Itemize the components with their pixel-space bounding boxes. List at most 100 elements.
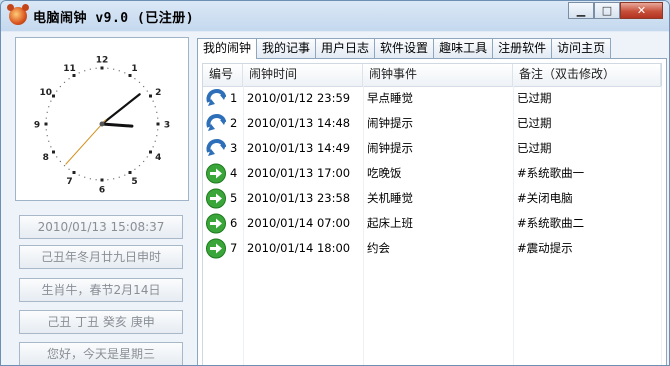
minute-tick (143, 160, 145, 163)
row-number: 3 (230, 141, 238, 155)
tab-bar: 我的闹钟 我的记事 用户日志 软件设置 趣味工具 注册软件 访问主页 (197, 38, 612, 59)
alarm-time: 2010/01/13 23:58 (247, 191, 351, 205)
hour-tick (148, 94, 152, 98)
ganzhi-display[interactable]: 己丑 丁丑 癸亥 庚申 (19, 310, 183, 334)
minute-tick (95, 67, 97, 69)
minute-tick (107, 179, 109, 181)
repeat-arrow-icon (205, 88, 227, 109)
minute-tick (63, 81, 66, 83)
alarm-note[interactable]: #系统歌曲二 (513, 211, 661, 236)
alarm-note[interactable]: #关闭电脑 (513, 186, 661, 211)
table-row[interactable]: 2 2010/01/13 14:48 闹钟提示 已过期 (203, 111, 661, 136)
tab-homepage[interactable]: 访问主页 (551, 38, 612, 58)
repeat-arrow-icon (205, 138, 227, 159)
minute-tick (45, 117, 47, 119)
table-header: 编号 闹钟时间 闹钟事件 备注（双击修改） (203, 64, 661, 87)
minute-tick (146, 90, 148, 92)
table-row[interactable]: 5 2010/01/13 23:58 关机睡觉 #关闭电脑 (203, 186, 661, 211)
alarm-note[interactable]: #系统歌曲一 (513, 161, 661, 186)
alarm-event: 关机睡觉 (367, 191, 413, 205)
minute-tick (118, 176, 120, 178)
clock-center (99, 121, 105, 127)
second-hand (65, 119, 107, 165)
minute-tick (107, 67, 109, 69)
minute-tick (78, 174, 80, 176)
hour-tick (44, 122, 48, 126)
hour-tick (156, 122, 160, 126)
title-bar[interactable]: 电脑闹钟 v9.0 (已注册) ▁ □ ✕ (1, 1, 669, 31)
column-header-time[interactable]: 闹钟时间 (243, 64, 363, 86)
datetime-display[interactable]: 2010/01/13 15:08:37 (19, 215, 183, 239)
left-panel: 12 1 2 3 4 5 6 7 8 9 10 11 2010/01/13 15:08:37 己丑年冬… (15, 37, 189, 365)
alarm-event: 约会 (367, 241, 390, 255)
clock-number: 9 (34, 121, 40, 131)
hour-hand (100, 122, 134, 128)
minute-tick (143, 85, 145, 88)
row-number: 2 (230, 116, 238, 130)
minute-tick (113, 68, 115, 70)
table-row[interactable]: 7 2010/01/14 18:00 约会 #震动提示 (203, 236, 661, 261)
row-number: 5 (230, 191, 238, 205)
minute-tick (138, 165, 141, 167)
alarm-table[interactable]: 编号 闹钟时间 闹钟事件 备注（双击修改） 1 2010/01/12 23:59 早… (202, 63, 662, 365)
alarm-time: 2010/01/14 18:00 (247, 241, 351, 255)
alarm-time: 2010/01/14 07:00 (247, 216, 351, 230)
minute-tick (95, 179, 97, 181)
zodiac-display[interactable]: 生肖牛，春节2月14日 (19, 278, 183, 302)
minute-tick (56, 90, 58, 92)
minute-tick (124, 72, 126, 74)
clock-number: 12 (96, 56, 109, 66)
column-header-event[interactable]: 闹钟事件 (363, 64, 513, 86)
tab-register[interactable]: 注册软件 (492, 38, 553, 58)
alarm-note[interactable]: #震动提示 (513, 236, 661, 261)
minute-tick (146, 156, 148, 158)
row-number: 6 (230, 216, 238, 230)
minute-tick (48, 140, 50, 142)
minute-tick (138, 81, 141, 83)
clock-number: 11 (63, 64, 76, 74)
alarm-time: 2010/01/13 17:00 (247, 166, 351, 180)
hour-tick (100, 66, 104, 70)
alarm-note[interactable]: 已过期 (513, 136, 661, 161)
row-number: 4 (230, 166, 238, 180)
tab-my-notes[interactable]: 我的记事 (256, 38, 317, 58)
row-number: 1 (230, 91, 238, 105)
hour-tick (72, 170, 76, 174)
alarm-time: 2010/01/13 14:48 (247, 116, 351, 130)
minute-tick (134, 78, 136, 80)
green-arrow-icon (205, 163, 227, 184)
alarm-event: 起床上班 (367, 216, 413, 230)
clock-number: 5 (131, 177, 137, 187)
minute-tick (152, 146, 154, 148)
hour-tick (148, 150, 152, 154)
alarm-note[interactable]: 已过期 (513, 86, 661, 111)
table-row[interactable]: 1 2010/01/12 23:59 早点睡觉 已过期 (203, 86, 661, 111)
hour-tick (100, 178, 104, 182)
minute-tick (46, 111, 48, 113)
alarm-time: 2010/01/12 23:59 (247, 91, 351, 105)
analog-clock: 12 1 2 3 4 5 6 7 8 9 10 11 (15, 37, 189, 201)
minute-tick (84, 176, 86, 178)
tab-settings[interactable]: 软件设置 (374, 38, 435, 58)
alarm-note[interactable]: 已过期 (513, 111, 661, 136)
table-row[interactable]: 4 2010/01/13 17:00 吃晚饭 #系统歌曲一 (203, 161, 661, 186)
minimize-button[interactable]: ▁ (568, 2, 594, 19)
greeting-display[interactable]: 您好，今天是星期三 (19, 342, 183, 365)
minute-tick (154, 106, 156, 108)
alarm-time: 2010/01/13 14:49 (247, 141, 351, 155)
tab-user-log[interactable]: 用户日志 (315, 38, 376, 58)
maximize-button[interactable]: □ (594, 2, 620, 19)
minute-tick (59, 160, 61, 163)
minute-tick (154, 140, 156, 142)
tab-fun-tools[interactable]: 趣味工具 (433, 38, 494, 58)
lunar-date-display[interactable]: 己丑年冬月廿九日申时 (19, 245, 183, 269)
table-row[interactable]: 3 2010/01/13 14:49 闹钟提示 已过期 (203, 136, 661, 161)
tab-my-alarms[interactable]: 我的闹钟 (197, 38, 258, 59)
column-header-note[interactable]: 备注（双击修改） (513, 64, 661, 86)
table-row[interactable]: 6 2010/01/14 07:00 起床上班 #系统歌曲二 (203, 211, 661, 236)
close-button[interactable]: ✕ (620, 2, 663, 19)
minute-tick (59, 85, 61, 88)
clock-number: 3 (164, 121, 170, 131)
minute-tick (156, 111, 158, 113)
column-header-number[interactable]: 编号 (203, 64, 243, 86)
